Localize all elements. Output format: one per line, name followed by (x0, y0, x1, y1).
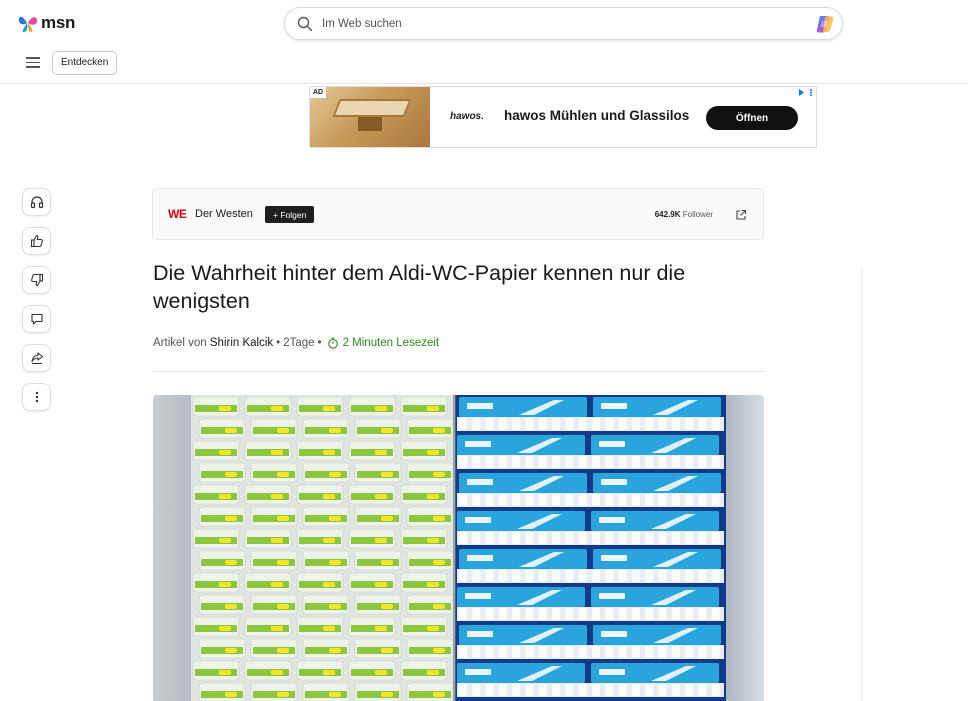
thumbs-up-icon (30, 234, 43, 248)
author-name[interactable]: Shirin Kalcik (210, 337, 273, 349)
top-bar: msn Im Web suchen Entdecken (0, 0, 968, 84)
article-title: Die Wahrheit hinter dem Aldi-WC-Papier k… (153, 261, 686, 313)
msn-butterfly-icon (18, 12, 38, 34)
publisher-name[interactable]: Der Westen (195, 208, 253, 220)
followers-number: 642.9K (654, 210, 681, 219)
more-options-button[interactable] (22, 383, 51, 411)
ad-choices-icon[interactable] (798, 88, 814, 99)
ad-tag: AD (310, 87, 327, 98)
thumbs-down-icon (30, 273, 43, 287)
comment-icon (30, 313, 43, 325)
meta-separator: • (276, 337, 281, 349)
dislike-button[interactable] (22, 266, 51, 294)
read-time: 2 Minuten Lesezeit (327, 337, 440, 349)
followers-label: Follower (682, 210, 713, 219)
search-input[interactable] (322, 15, 782, 33)
discover-button[interactable]: Entdecken (52, 51, 118, 75)
right-column-edge (861, 268, 862, 701)
ad-product-image (310, 87, 430, 147)
copilot-icon[interactable] (814, 13, 836, 35)
article-age: 2Tage (283, 337, 315, 349)
more-icon (35, 391, 38, 403)
msn-logo-text: msn (41, 13, 76, 32)
followers-count: 642.9K Follower (655, 210, 713, 219)
meta-divider (153, 371, 764, 372)
msn-page: msn Im Web suchen Entdecken AD hawos. ha… (0, 0, 968, 701)
ad-brand-logo: hawos. (450, 111, 484, 122)
ad-banner[interactable]: AD hawos. hawos Mühlen und Glassilos Öff… (309, 86, 817, 148)
follow-button[interactable]: + Folgen (265, 206, 315, 223)
headphones-icon (30, 196, 43, 209)
ad-open-button[interactable]: Öffnen (706, 106, 798, 130)
share-icon (30, 352, 43, 365)
publisher-logo[interactable]: WE (168, 207, 187, 221)
like-button[interactable] (22, 227, 51, 255)
open-external-icon[interactable] (735, 208, 747, 220)
comment-button[interactable] (22, 305, 51, 333)
article-meta: Artikel von Shirin Kalcik • 2Tage • 2 Mi… (153, 337, 439, 349)
read-time-label: 2 Minuten Lesezeit (342, 337, 440, 349)
ad-headline[interactable]: hawos Mühlen und Glassilos (504, 108, 689, 123)
listen-button[interactable] (22, 188, 51, 216)
article-action-rail (22, 188, 51, 422)
publisher-card: WE Der Westen + Folgen 642.9K Follower (152, 188, 764, 240)
follow-label: + Folgen (273, 209, 307, 220)
article-hero-image[interactable] (153, 395, 764, 701)
byline-prefix: Artikel von (153, 337, 207, 349)
share-button[interactable] (22, 344, 51, 372)
search-box[interactable] (284, 7, 843, 40)
meta-separator: • (317, 337, 322, 349)
hamburger-menu-icon[interactable] (26, 57, 40, 69)
msn-logo[interactable]: msn (18, 12, 75, 34)
stopwatch-icon (327, 337, 338, 349)
search-icon (297, 16, 313, 32)
